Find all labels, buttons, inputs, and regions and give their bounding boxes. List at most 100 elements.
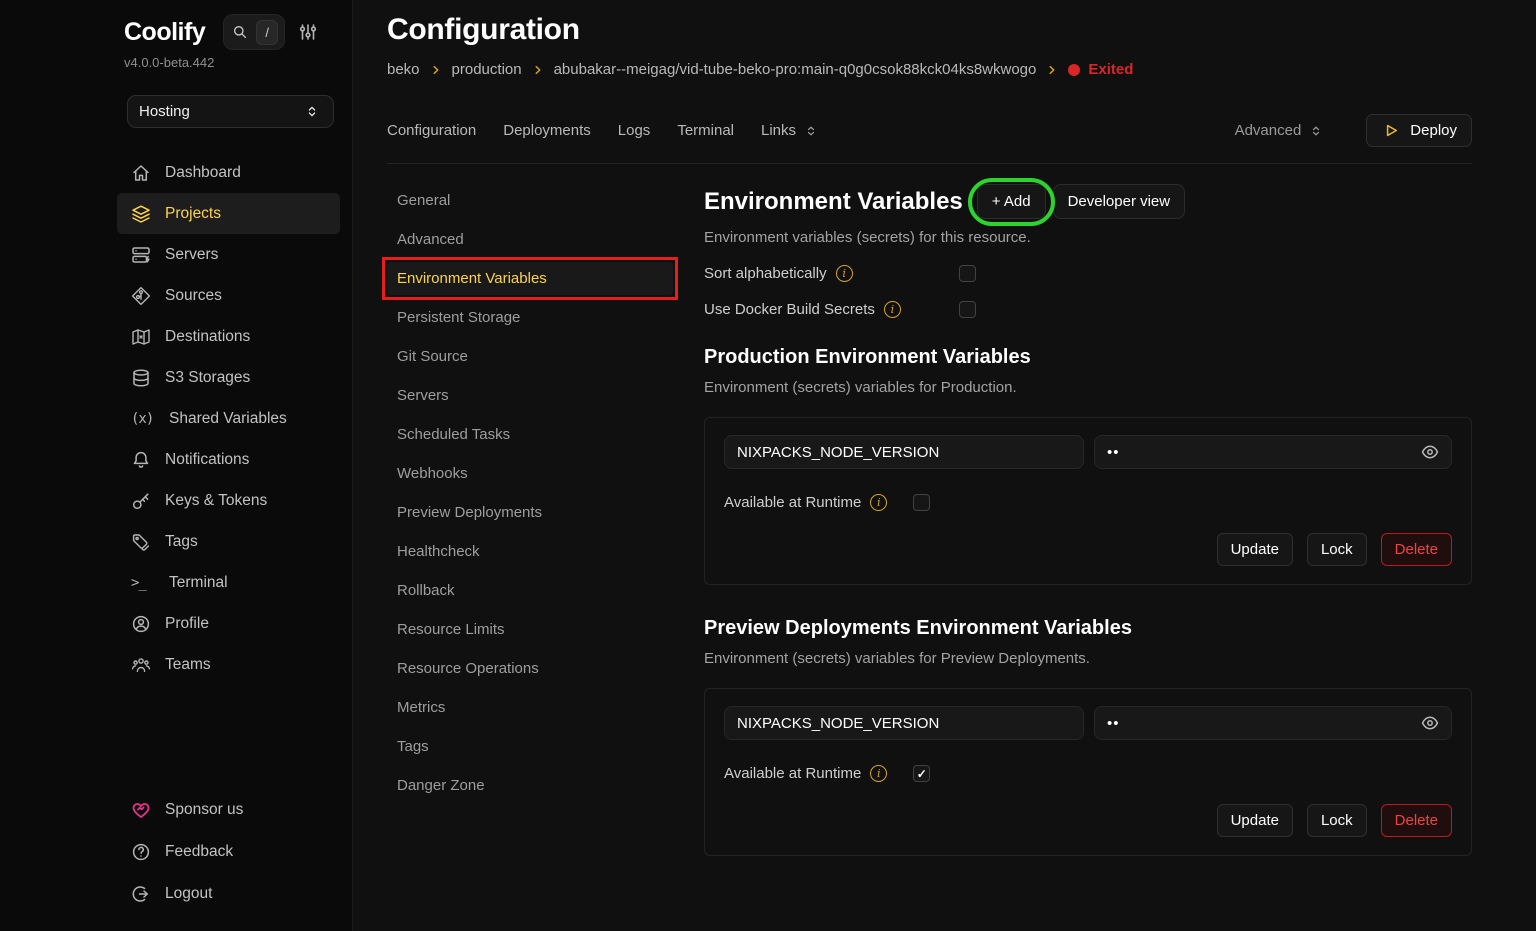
- search-shortcut-key: /: [256, 20, 278, 45]
- available-at-runtime-checkbox[interactable]: [913, 494, 930, 511]
- docker-build-secrets-checkbox[interactable]: [959, 301, 976, 318]
- git-source-icon: [131, 286, 151, 306]
- available-at-runtime-label: Available at Runtime: [724, 765, 861, 782]
- tab-deployments[interactable]: Deployments: [503, 122, 591, 139]
- subnav-item-general[interactable]: General: [387, 184, 673, 217]
- delete-button[interactable]: Delete: [1381, 804, 1452, 837]
- available-at-runtime-row: Available at Runtime i ✓: [724, 765, 1452, 782]
- subnav-item-danger-zone[interactable]: Danger Zone: [387, 769, 673, 802]
- available-at-runtime-label: Available at Runtime: [724, 494, 861, 511]
- subnav-item-metrics[interactable]: Metrics: [387, 691, 673, 724]
- sidebar-item-sources[interactable]: Sources: [117, 275, 340, 316]
- sidebar-item-terminal[interactable]: >_ Terminal: [117, 562, 340, 603]
- subnav-item-environment-variables[interactable]: Environment Variables: [387, 262, 673, 295]
- sidebar-item-label: S3 Storages: [165, 369, 250, 387]
- workspace-select[interactable]: Hosting: [127, 95, 334, 128]
- breadcrumb-project[interactable]: beko: [387, 61, 420, 78]
- subnav-item-tags[interactable]: Tags: [387, 730, 673, 763]
- configuration-content: General Advanced Environment Variables P…: [387, 184, 1472, 856]
- advanced-label: Advanced: [1235, 122, 1302, 139]
- subnav-item-resource-operations[interactable]: Resource Operations: [387, 652, 673, 685]
- env-value-input[interactable]: [1094, 435, 1452, 469]
- chevron-up-down-icon: [801, 124, 821, 138]
- developer-view-button[interactable]: Developer view: [1053, 184, 1186, 219]
- section-title: Production Environment Variables: [704, 346, 1472, 369]
- chevron-up-down-icon: [1306, 124, 1326, 138]
- available-at-runtime-row: Available at Runtime i: [724, 494, 1452, 511]
- panel-title-row: Environment Variables + Add Developer vi…: [704, 184, 1472, 219]
- status-text: Exited: [1088, 61, 1133, 78]
- lock-button[interactable]: Lock: [1307, 533, 1367, 566]
- sidebar-item-teams[interactable]: Teams: [117, 644, 340, 685]
- question-circle-icon: [131, 842, 151, 862]
- subnav-item-preview-deployments[interactable]: Preview Deployments: [387, 496, 673, 529]
- subnav-item-scheduled-tasks[interactable]: Scheduled Tasks: [387, 418, 673, 451]
- deploy-button[interactable]: Deploy: [1366, 114, 1472, 147]
- add-button[interactable]: + Add: [977, 184, 1046, 219]
- app: Coolify / v4.0.0-beta.442 Hosting Dashbo…: [0, 0, 1536, 931]
- server-icon: [131, 245, 151, 265]
- sidebar-item-label: Tags: [165, 533, 198, 551]
- sidebar-item-keys-tokens[interactable]: Keys & Tokens: [117, 480, 340, 521]
- chevron-right-icon: [430, 64, 442, 76]
- sliders-icon: [298, 22, 318, 42]
- sidebar-item-label: Dashboard: [165, 164, 241, 182]
- sidebar-item-dashboard[interactable]: Dashboard: [117, 152, 340, 193]
- subnav-item-advanced[interactable]: Advanced: [387, 223, 673, 256]
- sort-alphabetically-checkbox[interactable]: [959, 265, 976, 282]
- sidebar-item-feedback[interactable]: Feedback: [117, 831, 340, 873]
- sidebar-item-notifications[interactable]: Notifications: [117, 439, 340, 480]
- sidebar-item-label: Notifications: [165, 451, 249, 469]
- subnav-item-webhooks[interactable]: Webhooks: [387, 457, 673, 490]
- tab-links[interactable]: Links: [761, 122, 821, 139]
- subnav-item-rollback[interactable]: Rollback: [387, 574, 673, 607]
- env-name-input[interactable]: [724, 435, 1084, 469]
- advanced-dropdown[interactable]: Advanced: [1235, 122, 1327, 139]
- env-value-input[interactable]: [1094, 706, 1452, 740]
- tab-terminal[interactable]: Terminal: [677, 122, 734, 139]
- info-icon: i: [870, 765, 887, 782]
- deploy-label: Deploy: [1410, 122, 1457, 139]
- breadcrumb-resource[interactable]: abubakar--meigag/vid-tube-beko-pro:main-…: [554, 61, 1037, 78]
- delete-button[interactable]: Delete: [1381, 533, 1452, 566]
- tab-configuration[interactable]: Configuration: [387, 122, 476, 139]
- subnav-item-resource-limits[interactable]: Resource Limits: [387, 613, 673, 646]
- sidebar-item-label: Terminal: [169, 574, 228, 592]
- sidebar-item-s3-storages[interactable]: S3 Storages: [117, 357, 340, 398]
- lock-button[interactable]: Lock: [1307, 804, 1367, 837]
- env-name-input[interactable]: [724, 706, 1084, 740]
- eye-icon[interactable]: [1420, 713, 1440, 733]
- sidebar-item-profile[interactable]: Profile: [117, 603, 340, 644]
- update-button[interactable]: Update: [1217, 533, 1293, 566]
- sidebar-item-shared-variables[interactable]: (x) Shared Variables: [117, 398, 340, 439]
- section-subtitle: Environment (secrets) variables for Prev…: [704, 650, 1472, 667]
- sidebar-item-logout[interactable]: Logout: [117, 873, 340, 915]
- sidebar-item-label: Keys & Tokens: [165, 492, 267, 510]
- sidebar-item-servers[interactable]: Servers: [117, 234, 340, 275]
- sidebar-item-projects[interactable]: Projects: [117, 193, 340, 234]
- available-at-runtime-checkbox[interactable]: ✓: [913, 765, 930, 782]
- app-logo: Coolify: [124, 18, 205, 47]
- subnav-item-healthcheck[interactable]: Healthcheck: [387, 535, 673, 568]
- map-icon: [131, 327, 151, 347]
- tab-logs[interactable]: Logs: [618, 122, 651, 139]
- subnav-item-servers[interactable]: Servers: [387, 379, 673, 412]
- chevron-right-icon: [1046, 64, 1058, 76]
- sidebar-item-sponsor-us[interactable]: Sponsor us: [117, 789, 340, 831]
- sidebar-footer: Sponsor us Feedback Logout: [117, 789, 340, 915]
- settings-button[interactable]: [298, 22, 318, 42]
- terminal-prompt-icon: >_: [131, 575, 155, 591]
- user-circle-icon: [131, 614, 151, 634]
- layers-icon: [131, 204, 151, 224]
- play-icon: [1381, 122, 1401, 139]
- eye-icon[interactable]: [1420, 442, 1440, 462]
- update-button[interactable]: Update: [1217, 804, 1293, 837]
- breadcrumb-environment[interactable]: production: [452, 61, 522, 78]
- sidebar-item-destinations[interactable]: Destinations: [117, 316, 340, 357]
- sidebar-header: Coolify /: [124, 14, 340, 50]
- logout-icon: [131, 884, 151, 904]
- subnav-item-git-source[interactable]: Git Source: [387, 340, 673, 373]
- sidebar-item-tags[interactable]: Tags: [117, 521, 340, 562]
- search-button[interactable]: /: [223, 14, 285, 50]
- subnav-item-persistent-storage[interactable]: Persistent Storage: [387, 301, 673, 334]
